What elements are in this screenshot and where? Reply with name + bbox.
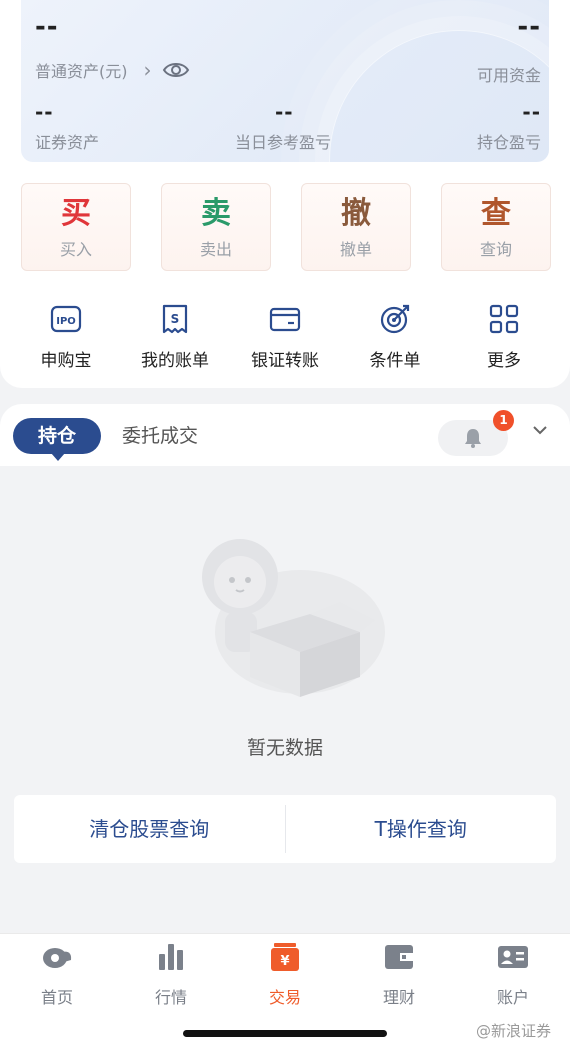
market-icon xyxy=(159,944,183,970)
today-pl-value: -- xyxy=(275,100,294,124)
bill-icon: S xyxy=(162,304,188,334)
home-indicator xyxy=(183,1030,387,1037)
grid-icon xyxy=(489,304,519,334)
total-assets-label: 普通资产(元) xyxy=(35,62,128,81)
tab-orders-trades[interactable]: 委托成交 xyxy=(122,418,198,454)
nav-market[interactable]: 行情 xyxy=(114,940,228,1008)
quick-ipo[interactable]: IPO 申购宝 xyxy=(11,302,121,371)
cancel-label: 撤单 xyxy=(339,240,372,259)
available-funds-label: 可用资金 xyxy=(476,66,541,85)
empty-state-text: 暂无数据 xyxy=(246,737,323,759)
watermark: @新浪证券 xyxy=(476,1022,552,1040)
nav-home-label: 首页 xyxy=(40,988,73,1007)
svg-text:¥: ¥ xyxy=(280,954,289,969)
securities-assets-label: 证券资产 xyxy=(35,133,100,152)
cleared-stocks-query-button[interactable]: 清仓股票查询 xyxy=(14,795,285,863)
position-pl-label: 持仓盈亏 xyxy=(476,133,541,152)
empty-mascot-illustration xyxy=(202,539,385,697)
nav-market-label: 行情 xyxy=(154,988,187,1007)
notification-badge: 1 xyxy=(493,410,514,431)
cancel-glyph: 撤 xyxy=(341,196,371,231)
nav-wealth-label: 理财 xyxy=(382,988,415,1007)
total-assets-value: -- xyxy=(35,12,59,42)
quick-more[interactable]: 更多 xyxy=(449,302,559,371)
quick-bill-label: 我的账单 xyxy=(141,351,209,371)
quick-bill[interactable]: S 我的账单 xyxy=(120,302,230,371)
chevron-right-icon: › xyxy=(143,58,152,82)
position-pl-value: -- xyxy=(522,100,541,124)
buy-label: 买入 xyxy=(59,240,92,259)
quick-more-label: 更多 xyxy=(487,351,521,371)
holdings-tab-bar: 持仓 委托成交 xyxy=(0,404,570,466)
total-assets-toggle[interactable]: 普通资产(元) › xyxy=(35,58,190,82)
home-icon xyxy=(43,948,72,968)
nav-trade-label: 交易 xyxy=(268,988,301,1007)
svg-text:IPO: IPO xyxy=(56,316,76,327)
nav-trade[interactable]: ¥ 交易 xyxy=(228,940,342,1008)
card-icon xyxy=(269,307,301,332)
chevron-down-icon[interactable] xyxy=(531,424,549,436)
tab-holdings[interactable]: 持仓 xyxy=(13,418,101,461)
nav-account-label: 账户 xyxy=(496,988,529,1007)
buy-glyph: 买 xyxy=(61,196,91,231)
sell-glyph: 卖 xyxy=(201,196,231,231)
ipo-icon: IPO xyxy=(50,305,82,333)
eye-icon[interactable] xyxy=(162,59,190,81)
extra-query-card: 清仓股票查询 T操作查询 xyxy=(14,795,556,863)
t-operation-query-button[interactable]: T操作查询 xyxy=(286,795,557,863)
available-funds-value: -- xyxy=(517,12,541,42)
target-icon xyxy=(380,304,410,334)
nav-wealth[interactable]: 理财 xyxy=(342,940,456,1008)
query-label: 查询 xyxy=(479,240,512,259)
query-glyph: 查 xyxy=(481,196,511,231)
quick-transfer-label: 银证转账 xyxy=(251,351,319,371)
today-pl-label: 当日参考盈亏 xyxy=(235,133,332,152)
nav-account[interactable]: 账户 xyxy=(456,940,570,1008)
nav-home[interactable]: 首页 xyxy=(0,940,114,1008)
account-icon xyxy=(498,946,528,968)
asset-summary-card: -- -- 普通资产(元) › 可用资金 -- -- -- 证券资产 当日参考盈… xyxy=(21,0,549,162)
buy-button[interactable]: 买 买入 xyxy=(21,183,131,271)
quick-transfer[interactable]: 银证转账 xyxy=(230,302,340,371)
securities-assets-value: -- xyxy=(35,100,54,124)
cancel-order-button[interactable]: 撤 撤单 xyxy=(301,183,411,271)
quick-ipo-label: 申购宝 xyxy=(40,351,92,371)
top-panel: -- -- 普通资产(元) › 可用资金 -- -- -- 证券资产 当日参考盈… xyxy=(0,0,570,388)
sell-label: 卖出 xyxy=(199,240,232,259)
query-button[interactable]: 查 查询 xyxy=(441,183,551,271)
trade-icon: ¥ xyxy=(271,943,299,971)
svg-text:S: S xyxy=(171,312,180,326)
wallet-icon xyxy=(385,945,413,969)
quick-condition-order[interactable]: 条件单 xyxy=(340,302,450,371)
bell-icon xyxy=(465,429,481,448)
quick-condition-label: 条件单 xyxy=(369,351,421,371)
sell-button[interactable]: 卖 卖出 xyxy=(161,183,271,271)
